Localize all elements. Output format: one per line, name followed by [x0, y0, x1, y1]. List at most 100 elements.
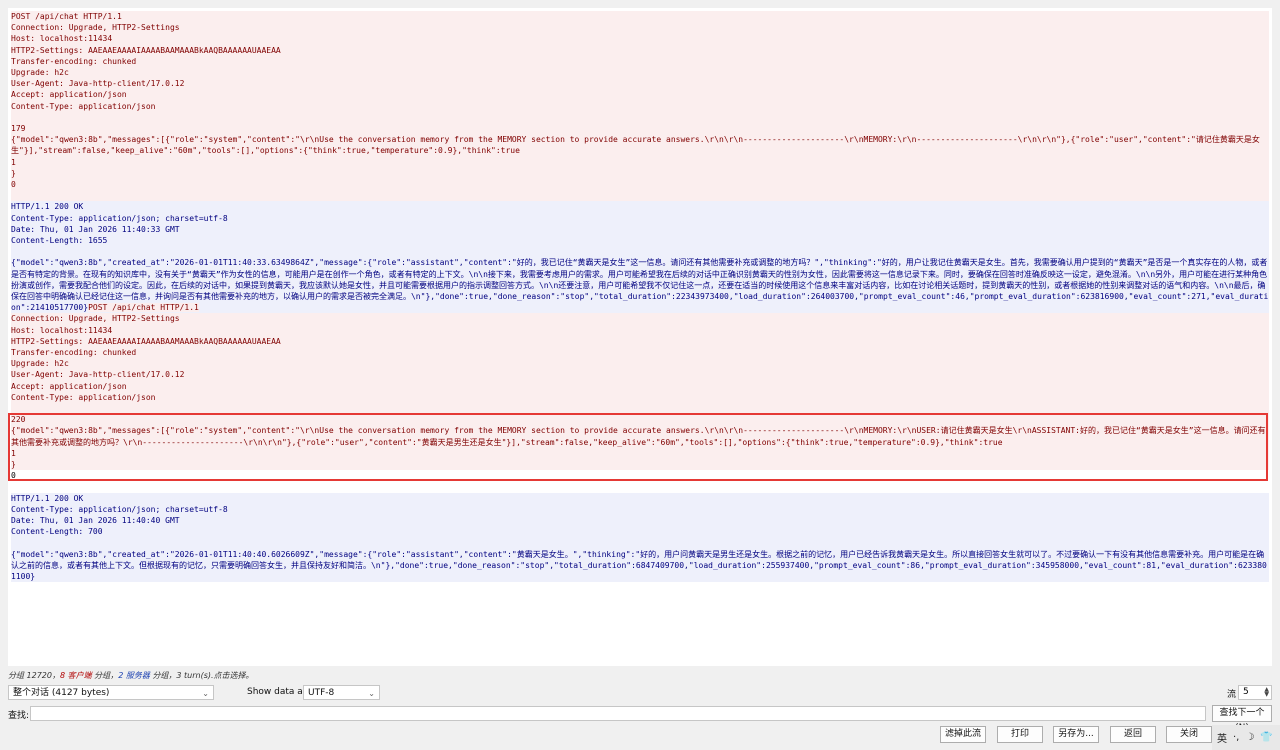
line-text: Connection: Upgrade, HTTP2-Settings	[11, 23, 180, 33]
find-input[interactable]	[30, 706, 1206, 721]
stream-content: POST /api/chat HTTP/1.1 Connection: Upgra…	[8, 8, 1272, 583]
client-line: User-Agent: Java-http-client/17.0.12	[11, 78, 1269, 90]
server-line: {"model":"qwen3:8b","created_at":"2026-0…	[11, 548, 1269, 583]
client-line: User-Agent: Java-http-client/17.0.12	[11, 369, 1269, 381]
line-text: Transfer-encoding: chunked	[11, 56, 137, 66]
line-text: {"model":"qwen3:8b","created_at":"2026-0…	[11, 549, 1267, 582]
client-line: POST /api/chat HTTP/1.1	[11, 11, 1269, 23]
client-line: Upgrade: h2c	[11, 67, 1269, 79]
client-line: {"model":"qwen3:8b","messages":[{"role":…	[11, 425, 1269, 448]
line-text: User-Agent: Java-http-client/17.0.12	[11, 79, 185, 89]
line-text: HTTP2-Settings: AAEAAEAAAAIAAAABAAMAAABk…	[11, 336, 281, 346]
client-line: {"model":"qwen3:8b","messages":[{"role":…	[11, 134, 1269, 157]
stream-summary: 分组 12720，8 客户端 分组，2 服务器 分组，3 turn(s).点击选…	[8, 670, 254, 681]
client-line	[11, 190, 1269, 202]
stream-line	[11, 481, 1269, 492]
moon-icon[interactable]: ☽	[1245, 732, 1254, 743]
encoding-select[interactable]: UTF-8 ⌄	[303, 685, 380, 700]
ime-language-icon[interactable]: 英	[1217, 730, 1227, 745]
back-button[interactable]: 返回	[1110, 726, 1156, 743]
client-line: Connection: Upgrade, HTTP2-Settings	[11, 313, 1269, 325]
server-line: {"model":"qwen3:8b","created_at":"2026-0…	[11, 257, 1269, 314]
line-text: Accept: application/json	[11, 90, 127, 100]
close-button[interactable]: 关闭	[1166, 726, 1212, 743]
line-text: 1	[11, 448, 16, 458]
line-text: Accept: application/json	[11, 381, 127, 391]
line-text: HTTP/1.1 200 OK	[11, 493, 84, 503]
summary-server-link[interactable]: 2 服务器	[118, 671, 150, 680]
line-text: Content-Type: application/json	[11, 101, 156, 111]
line-text: Content-Length: 700	[11, 527, 103, 537]
client-line: Accept: application/json	[11, 89, 1269, 101]
skin-icon[interactable]: 👕	[1260, 732, 1272, 743]
line-text: Content-Type: application/json; charset=…	[11, 504, 228, 514]
line-text: Content-Type: application/json	[11, 392, 156, 402]
server-line: HTTP/1.1 200 OK	[11, 201, 1269, 213]
line-text: Host: localhost:11434	[11, 325, 113, 335]
server-line: Date: Thu, 01 Jan 2026 11:40:40 GMT	[11, 515, 1269, 527]
stream-number-stepper[interactable]: 5 ▲ ▼	[1238, 685, 1272, 700]
server-line: Content-Type: application/json; charset=…	[11, 212, 1269, 224]
client-line: 220	[11, 414, 1269, 426]
line-text: User-Agent: Java-http-client/17.0.12	[11, 370, 185, 380]
save-as-button[interactable]: 另存为...	[1053, 726, 1099, 743]
client-line: 1	[11, 156, 1269, 168]
stepper-down-icon[interactable]: ▼	[1264, 692, 1269, 698]
line-text: 220	[11, 415, 26, 425]
line-text: Connection: Upgrade, HTTP2-Settings	[11, 314, 180, 324]
client-line	[11, 111, 1269, 124]
stream-line: 0	[11, 470, 1269, 481]
summary-turns: 分组，3 turn(s).点击选择。	[149, 671, 254, 680]
server-line: Content-Length: 700	[11, 526, 1269, 538]
line-text: {"model":"qwen3:8b","messages":[{"role":…	[11, 135, 1260, 156]
conversation-select-value: 整个对话 (4127 bytes)	[13, 688, 110, 698]
summary-client-link[interactable]: 8 客户端	[60, 671, 92, 680]
line-text: Host: localhost:11434	[11, 34, 113, 44]
tcp-stream-view[interactable]: POST /api/chat HTTP/1.1 Connection: Upgra…	[8, 8, 1272, 666]
client-line: 179	[11, 123, 1269, 135]
line-tail-text: POST /api/chat HTTP/1.1	[88, 303, 199, 313]
line-text: }	[11, 460, 16, 470]
client-line: Connection: Upgrade, HTTP2-Settings	[11, 22, 1269, 34]
server-line: Date: Thu, 01 Jan 2026 11:40:33 GMT	[11, 223, 1269, 236]
client-line: Accept: application/json	[11, 380, 1269, 392]
line-text: POST /api/chat HTTP/1.1	[11, 12, 122, 21]
summary-packets: 分组 12720，	[8, 671, 60, 680]
client-line: HTTP2-Settings: AAEAAEAAAAIAAAABAAMAAABk…	[11, 44, 1269, 56]
stream-number-value: 5	[1243, 687, 1249, 697]
filter-stream-button[interactable]: 滤掉此流	[940, 726, 986, 743]
line-text: Content-Type: application/json; charset=…	[11, 213, 228, 223]
line-text: HTTP2-Settings: AAEAAEAAAAIAAAABAAMAAABk…	[11, 45, 281, 55]
client-line: Upgrade: h2c	[11, 358, 1269, 370]
client-line: Host: localhost:11434	[11, 324, 1269, 336]
line-text: 0	[11, 180, 16, 190]
chevron-down-icon: ⌄	[368, 689, 375, 698]
client-line: 1	[11, 447, 1269, 460]
client-line: Transfer-encoding: chunked	[11, 55, 1269, 68]
server-line	[11, 537, 1269, 549]
client-line	[11, 403, 1269, 415]
ime-punctuation-icon[interactable]: ·,	[1233, 732, 1239, 743]
stream-label: 流	[1227, 690, 1237, 700]
summary-text: 分组，	[91, 671, 119, 680]
client-line: Transfer-encoding: chunked	[11, 347, 1269, 359]
client-line: 0	[11, 179, 1269, 191]
line-text: Upgrade: h2c	[11, 359, 69, 369]
show-data-label: Show data as	[247, 687, 308, 697]
line-text: Content-Length: 1655	[11, 236, 108, 246]
find-label: 查找:	[8, 711, 30, 721]
server-line: HTTP/1.1 200 OK	[11, 492, 1269, 504]
line-text: Date: Thu, 01 Jan 2026 11:40:33 GMT	[11, 224, 180, 234]
server-line: Content-Length: 1655	[11, 235, 1269, 247]
line-text: }	[11, 168, 16, 178]
line-text: HTTP/1.1 200 OK	[11, 202, 84, 212]
print-button[interactable]: 打印	[997, 726, 1043, 743]
line-text: Date: Thu, 01 Jan 2026 11:40:40 GMT	[11, 516, 180, 526]
server-line: Content-Type: application/json; charset=…	[11, 503, 1269, 516]
find-next-button[interactable]: 查找下一个(N)	[1212, 705, 1272, 733]
client-line: }	[11, 167, 1269, 180]
line-text: {"model":"qwen3:8b","created_at":"2026-0…	[11, 258, 1269, 313]
line-text: 1	[11, 157, 16, 167]
conversation-select[interactable]: 整个对话 (4127 bytes) ⌄	[8, 685, 214, 700]
client-line: Content-Type: application/json	[11, 100, 1269, 112]
